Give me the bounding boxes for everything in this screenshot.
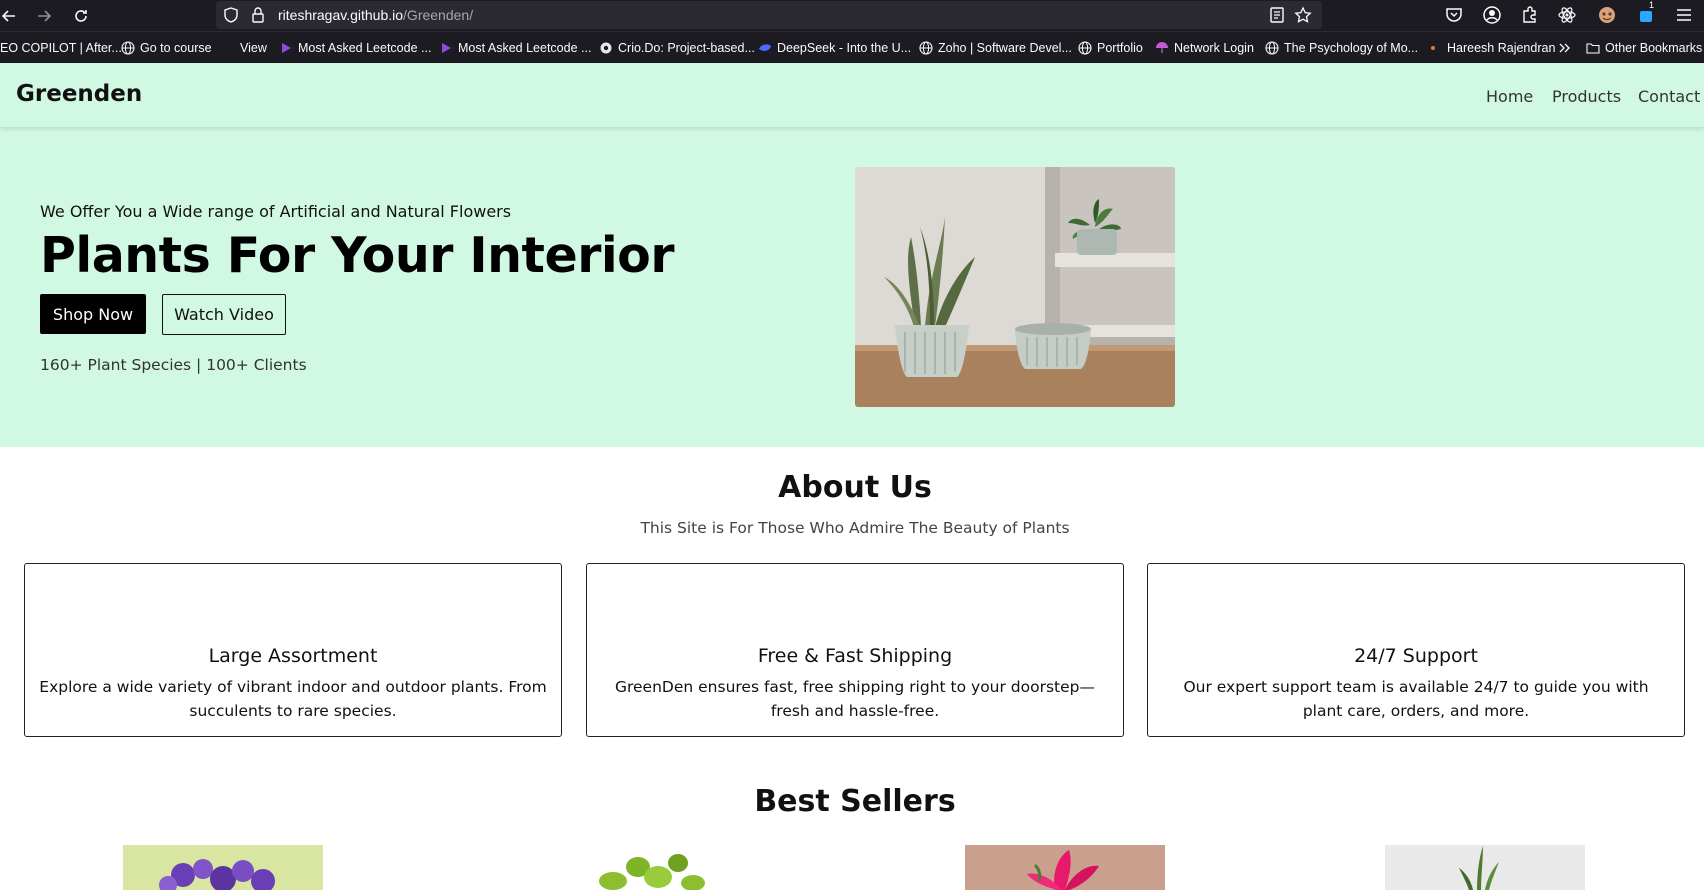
bookmark-item[interactable]: Go to course (121, 41, 212, 55)
nav-link-contact[interactable]: Contact (1638, 87, 1700, 106)
watch-video-button[interactable]: Watch Video (162, 294, 286, 335)
globe-icon (1078, 41, 1092, 55)
url-path: /Greenden/ (403, 7, 474, 23)
bookmark-item[interactable]: Hareesh Rajendran (1428, 41, 1555, 55)
extensions-icon[interactable] (1519, 5, 1539, 25)
bookmark-label: Other Bookmarks (1605, 41, 1703, 55)
url-bar[interactable]: riteshragav.github.io/Greenden/ (216, 1, 1322, 29)
bookmark-label: The Psychology of Mo... (1284, 41, 1419, 55)
play-icon (279, 41, 293, 55)
bookmark-label: Network Login (1174, 41, 1254, 55)
feature-card-title: 24/7 Support (1354, 645, 1478, 667)
bookmark-item[interactable]: Portfolio (1078, 41, 1143, 55)
back-icon[interactable] (0, 3, 22, 29)
bookmark-label: Portfolio (1097, 41, 1143, 55)
product-image[interactable] (543, 845, 743, 890)
bookmark-label: EO COPILOT | After... (0, 41, 122, 55)
account-icon[interactable] (1482, 5, 1502, 25)
shop-now-button[interactable]: Shop Now (40, 294, 146, 334)
globe-icon (121, 41, 135, 55)
bookmark-label: DeepSeek - Into the U... (777, 41, 912, 55)
reader-view-icon[interactable] (1268, 6, 1286, 24)
feature-card-text: Our expert support team is available 24/… (1183, 678, 1649, 720)
crio-icon (599, 41, 613, 55)
hero-section: We Offer You a Wide range of Artificial … (0, 127, 1704, 447)
forward-icon[interactable] (31, 3, 57, 29)
nav-link-products[interactable]: Products (1552, 87, 1621, 106)
bookmark-label: View (240, 41, 267, 55)
bookmark-item[interactable]: Network Login (1155, 41, 1254, 55)
deepseek-icon (758, 41, 772, 55)
browser-toolbar: riteshragav.github.io/Greenden/ 1 (0, 0, 1704, 31)
bookmark-item[interactable]: Most Asked Leetcode ... (279, 41, 431, 55)
bookmark-item[interactable]: Other Bookmarks (1586, 41, 1702, 55)
product-image[interactable] (965, 845, 1165, 890)
bookmarks-overflow-icon[interactable] (1558, 41, 1572, 55)
bookmark-label: Most Asked Leetcode ... (458, 41, 592, 55)
globe-icon (919, 41, 933, 55)
product-image[interactable] (1385, 845, 1585, 890)
reload-icon[interactable] (68, 3, 94, 29)
feature-card: Free & Fast Shipping GreenDen ensures fa… (586, 563, 1124, 737)
folder-icon (1586, 41, 1600, 55)
extension-badge-icon[interactable]: 1 (1637, 0, 1657, 25)
bookmark-item[interactable]: EO COPILOT | After... (0, 41, 122, 55)
feature-card: Large Assortment Explore a wide variety … (24, 563, 562, 737)
hero-plant-image (855, 167, 1175, 407)
bookmark-item[interactable]: Most Asked Leetcode ... (439, 41, 591, 55)
play-icon (439, 41, 453, 55)
dot-icon (1428, 41, 1442, 55)
globe-icon (1265, 41, 1279, 55)
nav-link-home[interactable]: Home (1486, 87, 1533, 106)
feature-card-title: Free & Fast Shipping (757, 645, 953, 667)
bookmark-item[interactable]: DeepSeek - Into the U... (758, 41, 911, 55)
bookmark-item[interactable]: View (240, 41, 267, 55)
menu-icon[interactable] (1674, 5, 1694, 25)
extension-badge-count: 1 (1649, 0, 1655, 10)
pocket-icon[interactable] (1444, 5, 1464, 25)
product-image[interactable] (123, 845, 323, 890)
bookmarks-bar: EO COPILOT | After... Go to course View … (0, 31, 1704, 63)
bookmark-star-icon[interactable] (1294, 6, 1312, 24)
hero-title: Plants For Your Interior (40, 227, 675, 284)
feature-card-text: GreenDen ensures fast, free shipping rig… (614, 678, 1096, 720)
profile-avatar-icon[interactable] (1597, 5, 1617, 25)
url-host: riteshragav.github.io (278, 7, 404, 23)
site-navbar: Greenden Home Products Contact (0, 63, 1704, 127)
feature-card-text: Explore a wide variety of vibrant indoor… (39, 678, 547, 720)
url-text[interactable]: riteshragav.github.io/Greenden/ (278, 7, 473, 23)
react-devtools-icon[interactable] (1557, 5, 1577, 25)
bookmark-label: Most Asked Leetcode ... (298, 41, 432, 55)
lock-icon[interactable] (249, 6, 267, 24)
bookmark-item[interactable]: Crio.Do: Project-based... (599, 41, 755, 55)
feature-card-title: Large Assortment (208, 645, 378, 667)
about-subtitle: This Site is For Those Who Admire The Be… (640, 519, 1070, 537)
shield-icon[interactable] (222, 6, 240, 24)
bookmark-label: Hareesh Rajendran (1447, 41, 1556, 55)
feature-card: 24/7 Support Our expert support team is … (1147, 563, 1685, 737)
bookmark-item[interactable]: The Psychology of Mo... (1265, 41, 1418, 55)
best-sellers-title: Best Sellers (754, 784, 956, 819)
umbrella-icon (1155, 41, 1169, 55)
brand-logo[interactable]: Greenden (16, 81, 142, 107)
bookmark-label: Crio.Do: Project-based... (618, 41, 755, 55)
hero-subtitle: We Offer You a Wide range of Artificial … (40, 202, 512, 221)
bookmark-label: Zoho | Software Devel... (938, 41, 1072, 55)
bookmark-item[interactable]: Zoho | Software Devel... (919, 41, 1072, 55)
about-title: About Us (778, 470, 932, 505)
hero-stats: 160+ Plant Species | 100+ Clients (40, 356, 307, 374)
bookmark-label: Go to course (140, 41, 212, 55)
